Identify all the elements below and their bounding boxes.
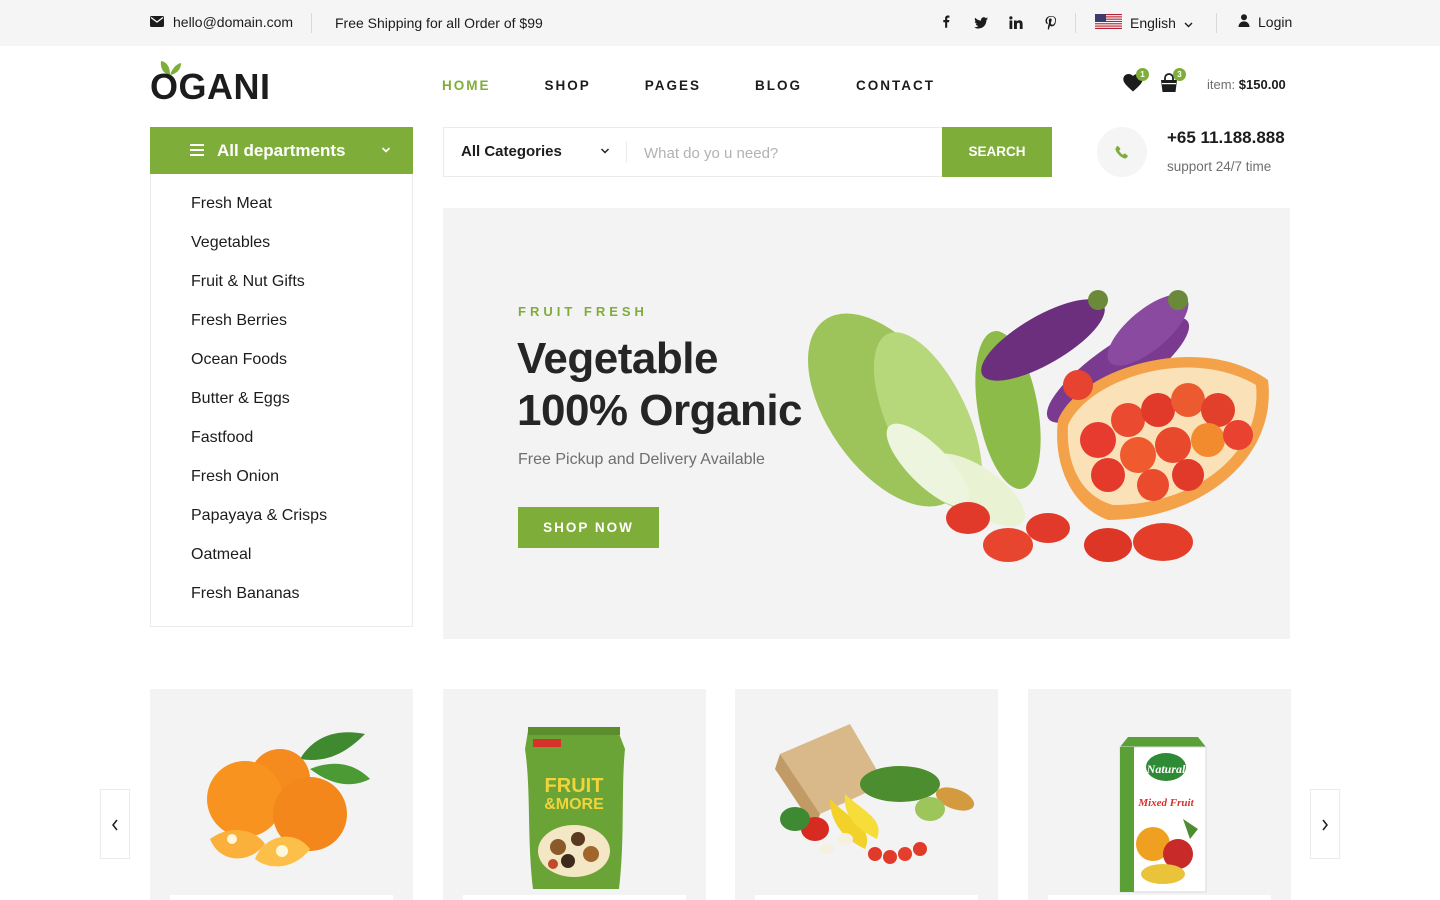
menu-icon [190,144,204,156]
phone-icon [1115,145,1128,159]
juice-carton-image: Natural Mixed Fruit [1119,737,1207,893]
category-select[interactable]: All Categories [461,143,562,160]
carousel-card-juice[interactable]: Natural Mixed Fruit [1028,689,1291,900]
cart-total: item: $150.00 [1207,77,1286,92]
user-icon [1238,14,1250,30]
carousel-card-grocery-bag[interactable] [735,689,998,900]
twitter-icon[interactable] [973,15,989,31]
oranges-image [207,732,370,867]
department-item[interactable]: Papayaya & Crisps [191,507,327,525]
cart-total-value: $150.00 [1238,77,1286,92]
card-caption-bar [463,895,686,900]
login-link[interactable]: Login [1238,14,1292,30]
department-item[interactable]: Fastfood [191,429,253,447]
language-label: English [1130,15,1176,31]
divider [626,141,627,163]
phone-number[interactable]: +65 11.188.888 [1167,128,1285,148]
department-item[interactable]: Oatmeal [191,546,251,564]
carousel-prev-button[interactable] [100,789,130,859]
dried-fruits-image: FRUIT &MORE [525,727,625,889]
department-item[interactable]: Fresh Meat [191,195,272,213]
card-caption-bar [170,895,393,900]
nav-blog[interactable]: BLOG [755,78,802,93]
card-caption-bar [755,895,978,900]
departments-title: All departments [217,141,346,160]
hero-subtitle: Free Pickup and Delivery Available [518,451,765,468]
language-selector[interactable]: English [1095,14,1193,32]
hero-title-line2: 100% Organic [517,386,803,435]
hero-eyebrow: FRUIT FRESH [518,304,648,319]
cart-button[interactable]: 3 [1159,68,1186,93]
logo-text: OGANI [150,66,271,107]
carousel-next-button[interactable] [1310,789,1340,859]
search-bar: All Categories SEARCH [443,127,1052,177]
vegetables-image [808,290,1269,562]
phone-icon-circle [1097,127,1147,177]
hero-title-line1: Vegetable [517,334,718,383]
wishlist-count-badge: 1 [1136,68,1149,81]
cart-count-badge: 3 [1173,68,1186,81]
nav-contact[interactable]: CONTACT [856,78,935,93]
login-label: Login [1258,14,1293,30]
department-item[interactable]: Fresh Bananas [191,585,300,603]
chevron-down-icon [1184,15,1193,31]
hero-banner: FRUIT FRESH Vegetable 100% Organic Free … [443,208,1290,639]
wishlist-button[interactable]: 1 [1123,68,1149,92]
chevron-right-icon [1322,819,1328,831]
department-item[interactable]: Fresh Berries [191,312,287,330]
svg-text:Mixed Fruit: Mixed Fruit [1137,797,1194,809]
department-item[interactable]: Fruit & Nut Gifts [191,273,305,291]
nav-pages[interactable]: PAGES [645,78,701,93]
carousel-card-oranges[interactable] [150,689,413,900]
divider [311,13,312,33]
us-flag-icon [1095,14,1122,32]
nav-shop[interactable]: SHOP [545,78,591,93]
departments-toggle[interactable]: All departments [150,127,413,174]
search-button[interactable]: SEARCH [942,127,1052,177]
top-bar: hello@domain.com Free Shipping for all O… [0,0,1440,46]
shipping-notice: Free Shipping for all Order of $99 [335,15,543,31]
department-item[interactable]: Butter & Eggs [191,390,290,408]
department-item[interactable]: Vegetables [191,234,270,252]
department-item[interactable]: Ocean Foods [191,351,287,369]
grocery-bag-image [775,724,975,864]
nav-home[interactable]: HOME [442,78,491,93]
support-text: support 24/7 time [1167,159,1272,174]
chevron-left-icon [112,819,118,831]
divider [1216,13,1217,33]
departments-list: Fresh Meat Vegetables Fruit & Nut Gifts … [150,174,413,627]
card-caption-bar [1048,895,1271,900]
shop-now-button[interactable]: SHOP NOW [518,507,659,548]
email-text: hello@domain.com [173,14,294,30]
cart-total-label: item: [1207,77,1236,92]
svg-text:Natural: Natural [1146,762,1186,776]
svg-text:FRUIT: FRUIT [545,775,604,797]
pinterest-icon[interactable] [1043,15,1059,31]
facebook-icon[interactable] [938,15,954,31]
envelope-icon [150,14,164,30]
chevron-down-icon [601,148,609,154]
search-input[interactable] [644,140,934,166]
social-links [938,13,1059,33]
svg-text:&MORE: &MORE [544,796,604,813]
site-logo[interactable]: OGANI [150,60,280,106]
department-item[interactable]: Fresh Onion [191,468,279,486]
chevron-down-icon [381,147,391,153]
linkedin-icon[interactable] [1008,15,1024,31]
email-contact[interactable]: hello@domain.com [150,14,293,30]
carousel-card-dried-fruits[interactable]: FRUIT &MORE [443,689,706,900]
divider [1075,13,1076,33]
main-navigation: HOME SHOP PAGES BLOG CONTACT [442,78,989,93]
